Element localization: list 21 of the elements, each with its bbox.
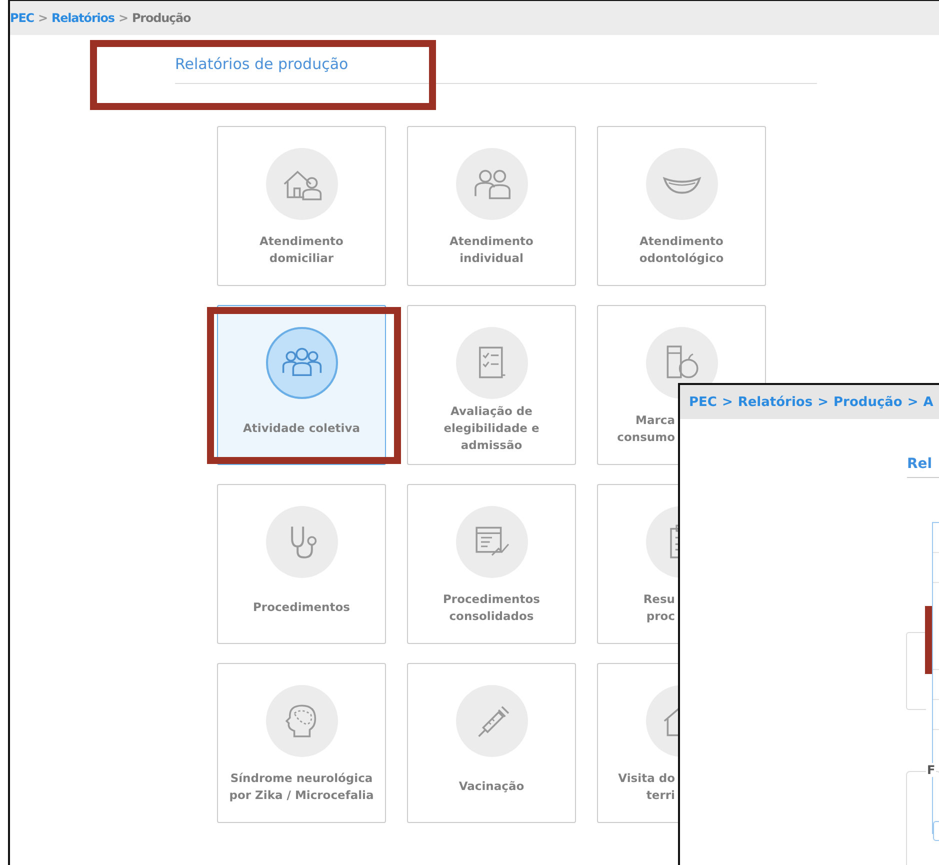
tile-label: Atendimento individual [448, 232, 534, 266]
tile-label: Marca consumo [617, 412, 675, 446]
breadcrumb-current: Produção [132, 11, 191, 25]
tile-label: Vacinação [458, 778, 524, 795]
breadcrumb-separator: > [118, 11, 128, 25]
tile-label: Procedimentos [252, 599, 350, 616]
breadcrumb-separator: > [722, 394, 733, 410]
tile-label: Resu proc [643, 590, 675, 624]
tile-label: Atendimento odontológico [638, 232, 725, 266]
section-heading: Rel [907, 456, 939, 478]
tile-label: Atividade coletiva [243, 420, 360, 437]
fieldset-legend: F [926, 763, 936, 777]
tile-label: Procedimentos consolidados [442, 590, 541, 624]
tile-label: Avaliação de elegibilidade e admissão [442, 403, 540, 454]
tile-label: Visita do terri [618, 770, 675, 804]
tile-label: Síndrome neurológica por Zika / Microcefalia [228, 770, 375, 804]
breadcrumb-separator: > [38, 11, 48, 25]
breadcrumb-separator: > [818, 394, 829, 410]
breadcrumb-separator: > [907, 394, 918, 410]
tile-label: Atendimento domiciliar [258, 232, 344, 266]
section-heading: Relatórios de produção [175, 55, 817, 84]
